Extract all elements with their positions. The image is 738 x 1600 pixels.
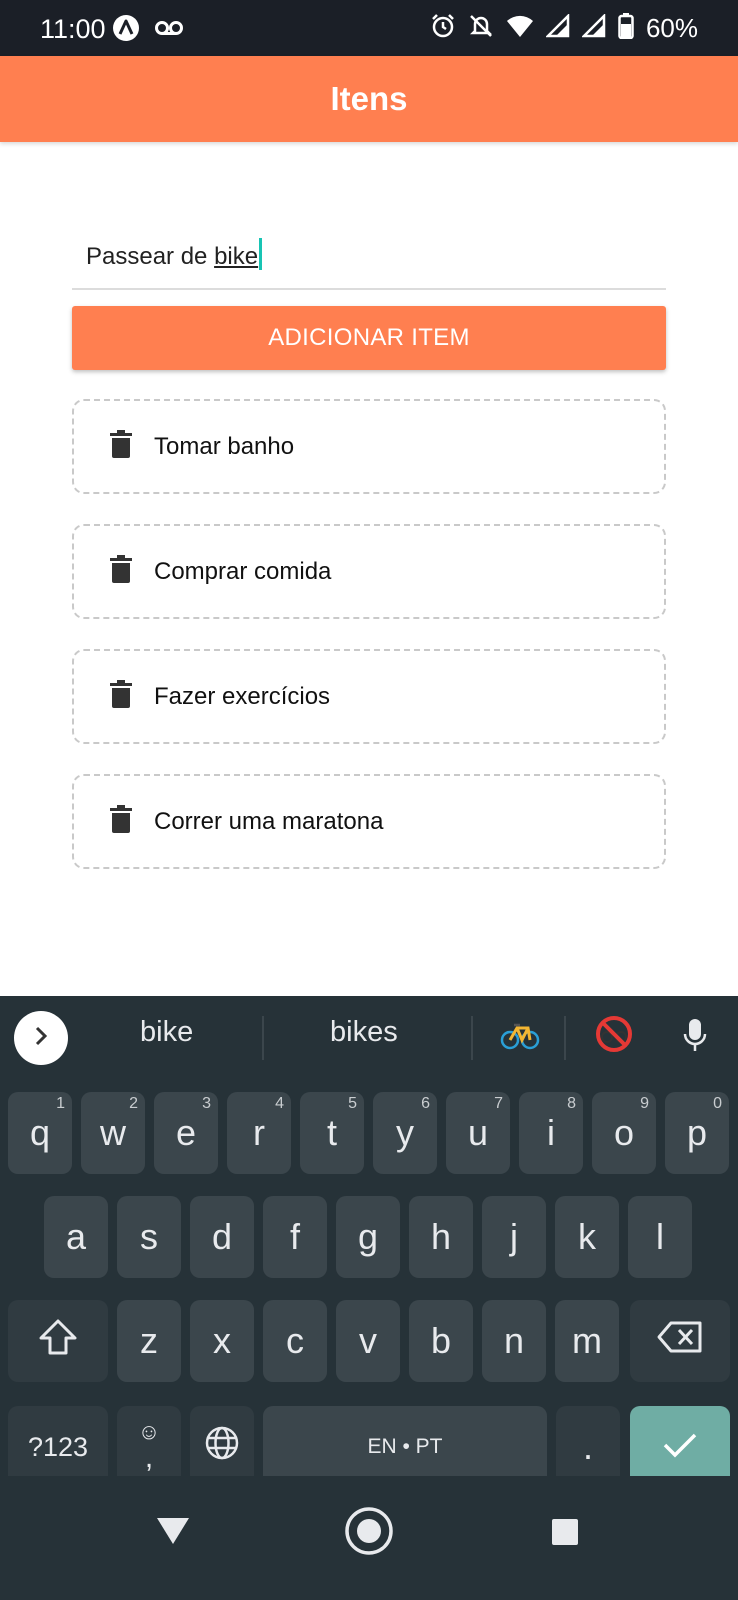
suggestion-bar: bike bikes [0,996,738,1080]
suggestion-divider [262,1016,264,1060]
app-header: Itens [0,56,738,142]
list-item-label: Correr uma maratona [154,807,384,835]
key-a[interactable]: a [44,1196,108,1278]
key-i[interactable]: i8 [519,1092,583,1174]
battery-percent: 60% [645,13,698,43]
key-l[interactable]: l [628,1196,692,1278]
checkmark-icon [662,1426,698,1468]
list-item-label: Comprar comida [154,557,332,585]
list-item[interactable]: Correr uma maratona [72,774,666,869]
key-e[interactable]: e3 [154,1092,218,1174]
suggestion-item[interactable]: bikes [330,1016,398,1049]
voicemail-icon [154,18,184,43]
key-r[interactable]: r4 [227,1092,291,1174]
key-q[interactable]: q1 [8,1092,72,1174]
shift-key[interactable] [8,1300,108,1382]
globe-icon [204,1425,240,1470]
key-m[interactable]: m [555,1300,619,1382]
key-u[interactable]: u7 [446,1092,510,1174]
suggestion-divider [471,1016,473,1060]
list-item[interactable]: Comprar comida [72,524,666,619]
list-item[interactable]: Fazer exercícios [72,649,666,744]
backspace-icon [657,1320,703,1362]
key-v[interactable]: v [336,1300,400,1382]
text-caret [259,238,263,270]
chevron-right-icon [31,1024,51,1053]
expand-toolbar-button[interactable] [14,1011,68,1065]
android-a-icon [112,14,140,47]
recents-icon[interactable] [551,1518,579,1551]
key-z[interactable]: z [117,1300,181,1382]
input-value[interactable]: Passear de bike [86,238,263,271]
back-icon[interactable] [155,1516,191,1551]
bell-off-icon [468,13,494,44]
status-bar: 11:00 60% [0,0,738,56]
trash-icon[interactable] [110,430,132,463]
key-x[interactable]: x [190,1300,254,1382]
wifi-icon [506,14,534,43]
key-c[interactable]: c [263,1300,327,1382]
items-list: Tomar banho Comprar comida Fazer exercíc… [72,399,666,899]
suggestion-divider [564,1016,566,1060]
input-value-prefix: Passear de [86,243,215,270]
trash-icon[interactable] [110,805,132,838]
key-j[interactable]: j [482,1196,546,1278]
trash-icon[interactable] [110,555,132,588]
key-k[interactable]: k [555,1196,619,1278]
key-n[interactable]: n [482,1300,546,1382]
key-g[interactable]: g [336,1196,400,1278]
list-item-label: Tomar banho [154,432,295,460]
backspace-key[interactable] [630,1300,730,1382]
suggestion-item[interactable]: bike [140,1016,193,1049]
home-icon[interactable] [344,1506,394,1561]
status-time: 11:00 [40,14,106,44]
key-t[interactable]: t5 [300,1092,364,1174]
add-item-button[interactable]: ADICIONAR ITEM [72,306,666,370]
emoji-face-icon: ☺ [137,1419,161,1444]
key-w[interactable]: w2 [81,1092,145,1174]
key-h[interactable]: h [409,1196,473,1278]
signal-icon [544,12,570,43]
key-s[interactable]: s [117,1196,181,1278]
page-title: Itens [330,80,408,117]
alarm-icon [430,13,456,44]
key-f[interactable]: f [263,1196,327,1278]
shift-icon [38,1318,78,1365]
item-text-input[interactable]: Passear de bike [72,220,666,290]
key-b[interactable]: b [409,1300,473,1382]
key-o[interactable]: o9 [592,1092,656,1174]
list-item[interactable]: Tomar banho [72,399,666,494]
battery-icon [618,13,634,44]
key-p[interactable]: p0 [665,1092,729,1174]
key-y[interactable]: y6 [373,1092,437,1174]
signal-icon [580,12,606,43]
input-composing-word: bike [214,243,259,270]
trash-icon[interactable] [110,680,132,713]
list-item-label: Fazer exercícios [154,682,331,710]
microphone-icon[interactable] [682,1018,708,1059]
bicycle-emoji-icon[interactable] [500,1014,540,1059]
navigation-bar [0,1476,738,1600]
no-bicycles-emoji-icon[interactable] [594,1014,634,1059]
key-d[interactable]: d [190,1196,254,1278]
